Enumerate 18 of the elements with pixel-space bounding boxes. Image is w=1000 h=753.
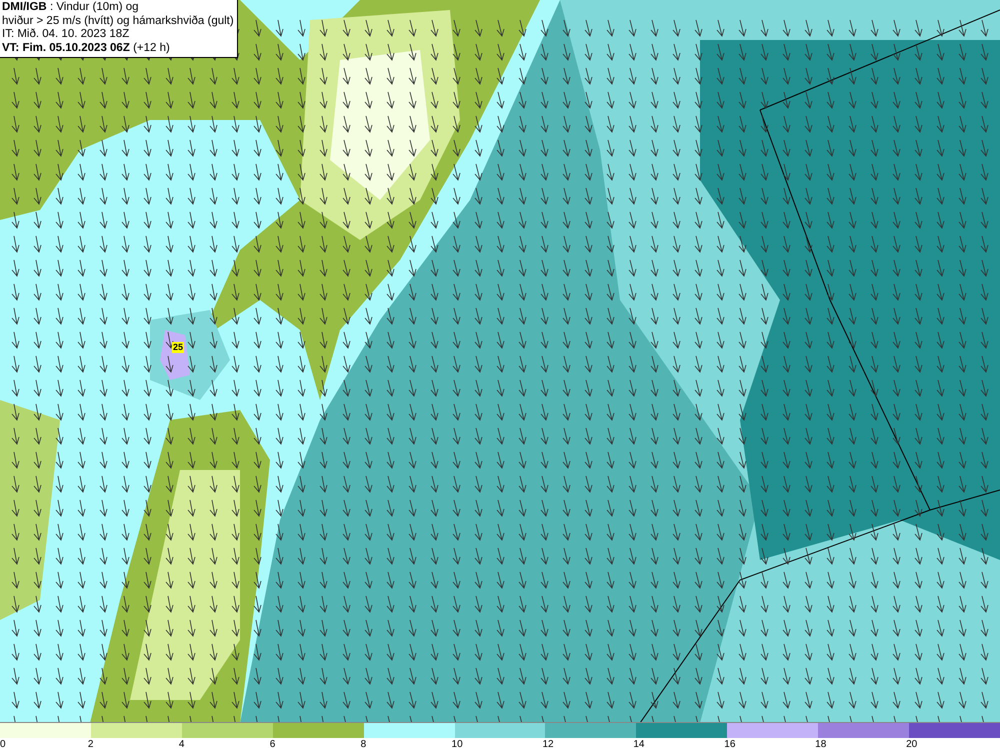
source-label: DMI/IGB <box>2 1 47 13</box>
issue-time-text: IT: Mið. 04. 10. 2023 18Z <box>2 28 130 40</box>
title-text: : Vindur (10m) og <box>50 1 139 13</box>
valid-time-text: VT: Fim. 05.10.2023 06Z <box>2 42 130 54</box>
legend-tick-label: 4 <box>178 739 184 750</box>
legend-tick-label: 0 <box>0 739 6 750</box>
legend-tick-label: 6 <box>270 739 276 750</box>
legend-tick-label: 16 <box>724 739 736 750</box>
legend-tick-label: 10 <box>452 739 463 750</box>
legend-tick-label: 12 <box>542 739 554 750</box>
legend-tick-label: 8 <box>360 739 366 750</box>
legend-tick-label: 20 <box>906 739 918 750</box>
gust-value-label: 25 <box>172 342 184 353</box>
legend-tick-label: 18 <box>815 739 826 750</box>
forecast-offset-text: (+12 h) <box>133 42 170 54</box>
legend-tick-label: 14 <box>633 739 644 750</box>
legend-tick-label: 2 <box>88 739 94 750</box>
title-text: hviður > 25 m/s (hvítt) og hámarkshviða (gult) <box>2 14 234 26</box>
